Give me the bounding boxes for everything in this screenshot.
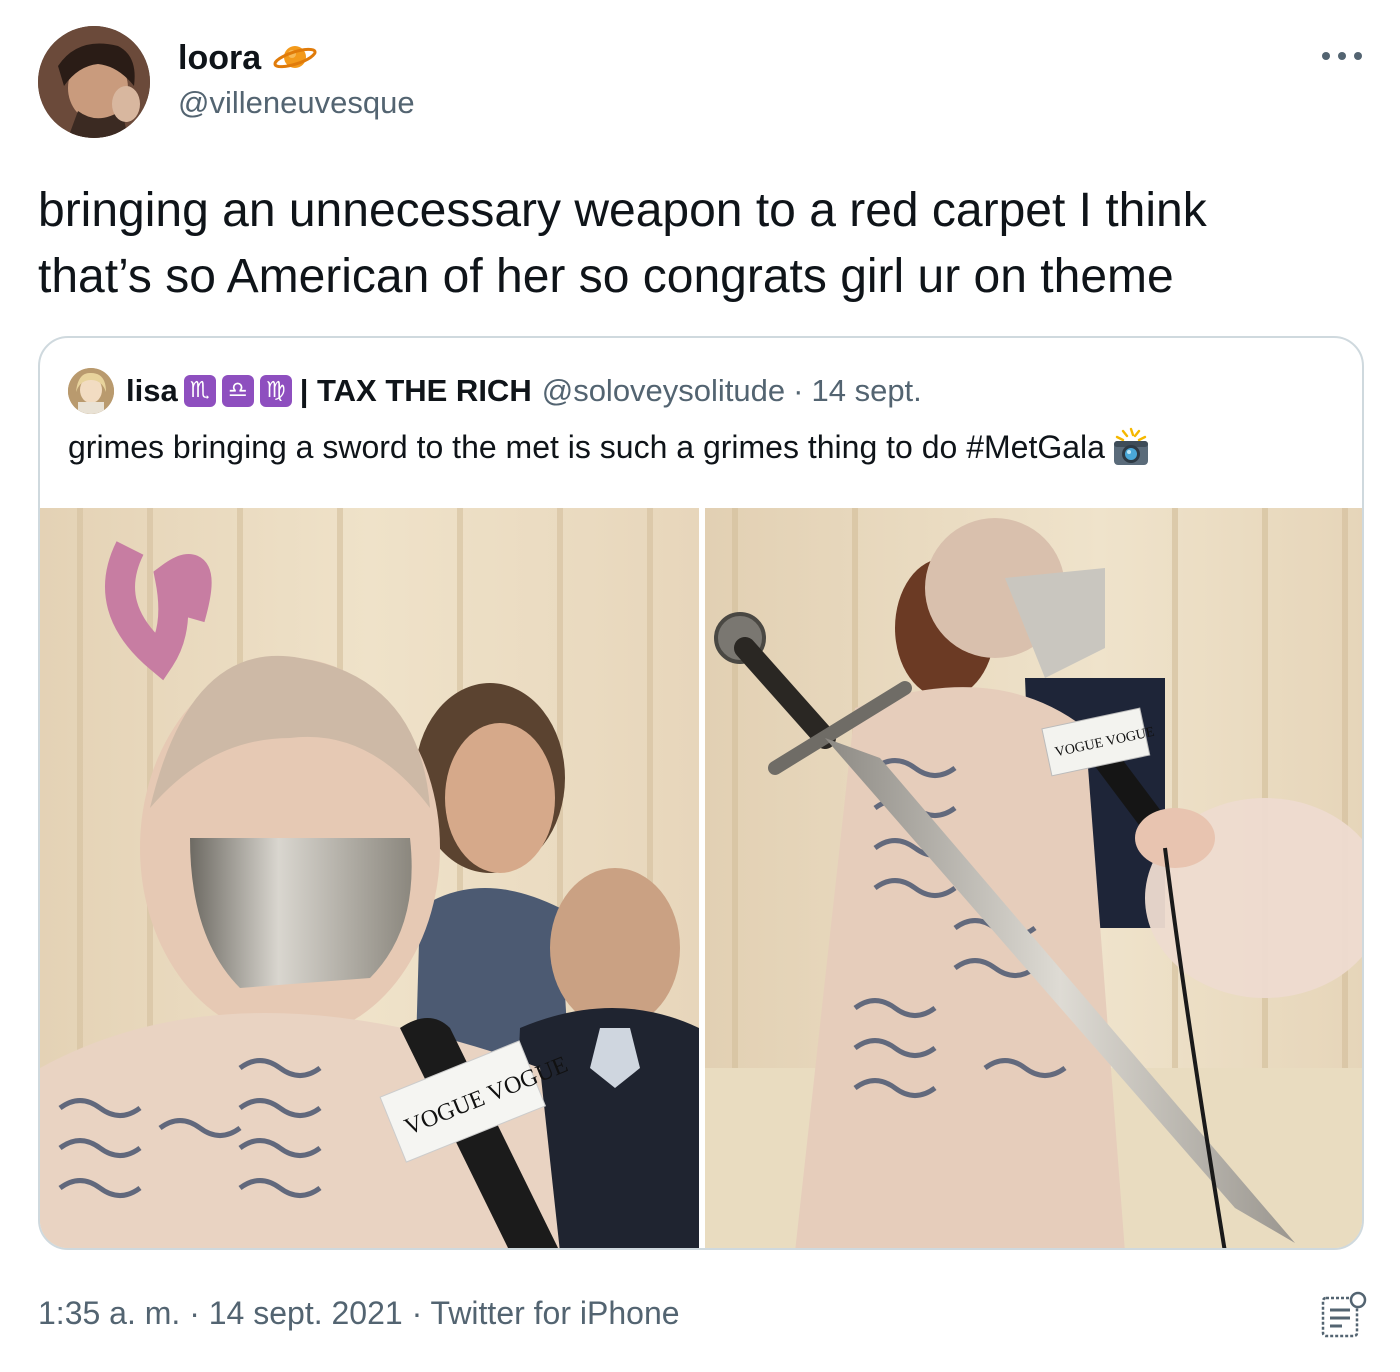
- meta-separator: ·: [411, 1295, 423, 1331]
- photo-grimes-sword[interactable]: VOGUE VOGUE: [705, 508, 1362, 1248]
- camera-with-flash-icon: [1113, 427, 1148, 465]
- tweet-date[interactable]: 14 sept. 2021: [209, 1295, 403, 1331]
- quoted-tweet-card[interactable]: lisa ♏ ♎ ♍ | TAX THE RICH @soloveysolitu…: [38, 336, 1364, 1250]
- libra-icon: ♎: [221, 375, 254, 407]
- quoted-avatar-photo: [68, 368, 114, 414]
- virgo-icon: ♍: [259, 375, 292, 407]
- author-display-name[interactable]: loora: [178, 38, 261, 78]
- quoted-display-name[interactable]: lisa: [126, 373, 178, 409]
- scorpio-icon: ♏: [183, 375, 216, 407]
- quoted-text: grimes bringing a sword to the met is su…: [68, 429, 1105, 465]
- tweet-text: bringing an unnecessary weapon to a red …: [38, 184, 1207, 303]
- quoted-author-avatar[interactable]: [68, 368, 114, 414]
- quoted-name-suffix[interactable]: | TAX THE RICH: [300, 373, 532, 409]
- quoted-text-row: grimes bringing a sword to the met is su…: [68, 424, 1151, 470]
- quoted-header: lisa ♏ ♎ ♍ | TAX THE RICH @soloveysolitu…: [126, 368, 922, 414]
- tweet-source[interactable]: Twitter for iPhone: [431, 1295, 680, 1331]
- grimes-interview-image: VOGUE VOGUE: [40, 508, 699, 1248]
- meta-separator: ·: [189, 1295, 200, 1331]
- quoted-handle[interactable]: @soloveysolitude: [542, 373, 785, 409]
- tweet-time[interactable]: 1:35 a. m.: [38, 1295, 180, 1331]
- tweet-metadata: 1:35 a. m. · 14 sept. 2021 · Twitter for…: [38, 1292, 680, 1334]
- grimes-sword-image: VOGUE VOGUE: [705, 508, 1362, 1248]
- analytics-icon[interactable]: [1320, 1290, 1368, 1340]
- author-handle[interactable]: @villeneuvesque: [178, 84, 415, 122]
- quoted-separator: ·: [793, 373, 804, 408]
- avatar-photo: [38, 26, 150, 138]
- more-options-icon[interactable]: [1318, 46, 1366, 66]
- author-avatar[interactable]: [38, 26, 150, 138]
- ringed-planet-icon: [273, 46, 317, 69]
- photo-grimes-interview[interactable]: VOGUE VOGUE: [40, 508, 699, 1248]
- quoted-date[interactable]: 14 sept.: [811, 373, 921, 409]
